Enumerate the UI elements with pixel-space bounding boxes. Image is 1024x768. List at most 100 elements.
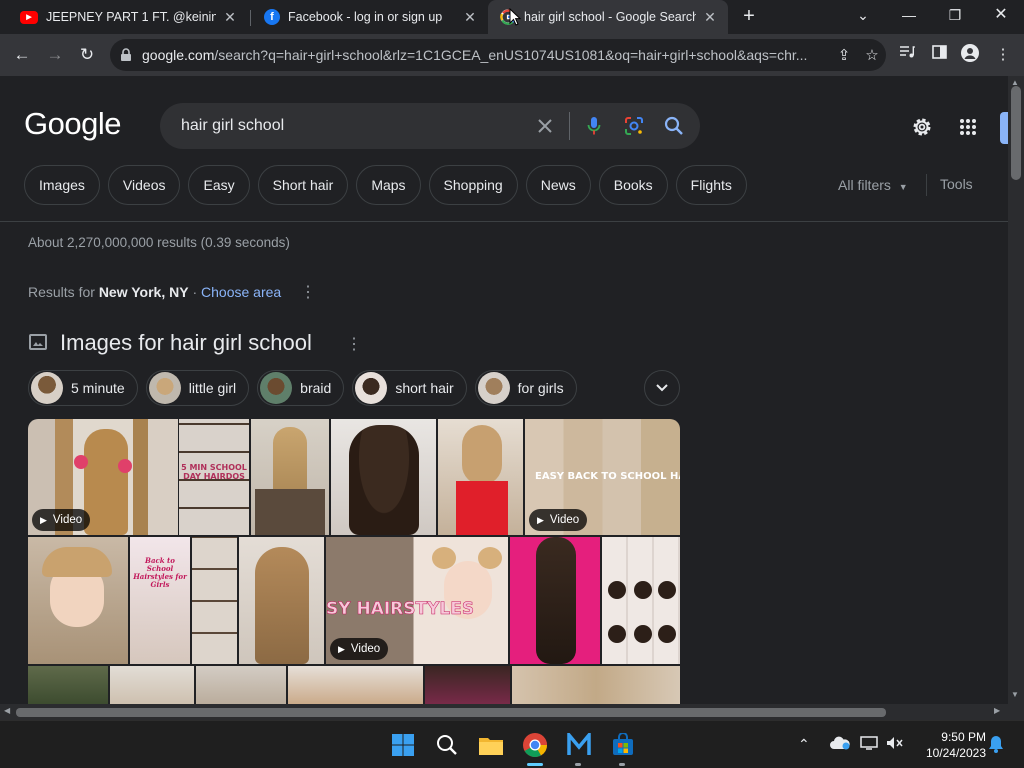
volume-muted-icon[interactable] [886,736,904,753]
images-section-title[interactable]: Images for hair girl school [60,330,312,356]
tab-facebook[interactable]: f Facebook - log in or sign up ✕ [252,0,488,34]
apps-grid-icon[interactable] [955,114,981,140]
filter-chips: Images Videos Easy Short hair Maps Shopp… [24,165,747,205]
tab-search-chevron-icon[interactable]: ⌄ [840,0,886,30]
chip-short-hair[interactable]: Short hair [257,165,349,205]
image-result[interactable] [602,537,680,664]
scroll-left-arrow-icon[interactable]: ◀ [4,706,10,715]
image-result[interactable] [512,666,680,704]
google-logo[interactable]: Google [24,106,121,142]
address-bar[interactable]: google.com/search?q=hair+girl+school&rlz… [110,39,886,71]
tab-youtube[interactable]: ▶ JEEPNEY PART 1 FT. @keinine | P ✕ [8,0,248,34]
tab-google-search[interactable]: hair girl school - Google Search ✕ [488,0,728,34]
chip-easy[interactable]: Easy [188,165,250,205]
play-icon: ▶ [338,643,345,654]
all-filters-button[interactable]: All filters ▼ [838,177,908,193]
clear-search-icon[interactable] [525,118,565,134]
image-result[interactable]: SY HAIRSTYLES ▶ Video [326,537,508,664]
close-tab-icon[interactable]: ✕ [702,9,718,26]
chip-books[interactable]: Books [598,165,668,205]
chip-label: for girls [517,380,564,396]
scroll-down-arrow-icon[interactable]: ▼ [1011,690,1019,699]
refine-chip-little-girl[interactable]: little girl [145,370,250,406]
header-divider [0,221,1008,222]
show-hidden-icons-chevron-icon[interactable]: ⌃ [798,736,810,753]
side-panel-icon[interactable] [928,44,950,66]
close-tab-icon[interactable]: ✕ [462,9,478,26]
forward-button[interactable]: → [44,44,66,66]
image-result[interactable] [196,666,286,704]
close-window-button[interactable]: ✕ [978,0,1024,30]
reload-button[interactable]: ↻ [76,44,98,66]
shirt-shape [456,481,508,535]
image-result[interactable] [288,666,423,704]
chip-images[interactable]: Images [24,165,100,205]
close-tab-icon[interactable]: ✕ [222,9,238,26]
voice-search-icon[interactable] [574,116,614,136]
search-results-page: Google hair girl school Images Videos Ea… [0,76,1008,704]
chip-thumbnail [260,372,293,404]
taskbar-search-icon[interactable] [432,730,462,760]
new-tab-button[interactable]: + [738,5,760,27]
profile-avatar-icon[interactable] [959,44,981,66]
image-result[interactable] [239,537,324,664]
choose-area-link[interactable]: Choose area [201,284,281,300]
location-name: New York, NY [98,284,189,300]
refine-chip-for-girls[interactable]: for girls [474,370,577,406]
lens-search-icon[interactable] [614,116,654,136]
scroll-right-arrow-icon[interactable]: ▶ [994,706,1000,715]
share-icon[interactable]: ⇪ [830,46,858,64]
facebook-icon: f [264,9,280,25]
image-result[interactable]: EASY BACK TO SCHOOL HAIR ▶ Video [525,419,680,535]
image-result[interactable]: 5 MIN SCHOOL DAY HAIRDOS [179,419,249,535]
chip-videos[interactable]: Videos [107,165,181,205]
bookmark-star-icon[interactable]: ☆ [858,46,886,64]
search-input[interactable]: hair girl school [181,117,525,135]
tools-button[interactable]: Tools [940,176,973,192]
hair-bun [432,547,456,569]
start-windows-icon[interactable] [388,730,418,760]
mouse-cursor-icon [509,8,521,26]
expand-chips-chevron-icon[interactable] [644,370,680,406]
media-control-icon[interactable] [896,44,918,66]
image-result[interactable]: Back to School Hairstyles for Girls [130,537,190,664]
chip-maps[interactable]: Maps [356,165,421,205]
chip-shopping[interactable]: Shopping [428,165,518,205]
display-icon[interactable] [860,736,878,753]
search-icon[interactable] [654,116,694,136]
microsoft-store-icon[interactable] [608,730,638,760]
images-section-more-icon[interactable]: ⋮ [346,334,362,354]
image-result[interactable] [28,537,128,664]
hair-bun [608,581,626,599]
refine-chip-short-hair[interactable]: short hair [352,370,467,406]
search-box[interactable]: hair girl school [160,103,700,149]
file-explorer-icon[interactable] [476,730,506,760]
horizontal-scroll-thumb[interactable] [16,708,886,717]
image-result[interactable] [425,666,510,704]
scroll-up-arrow-icon[interactable]: ▲ [1011,78,1019,87]
restore-button[interactable]: ❐ [932,0,978,30]
image-result[interactable] [331,419,436,535]
minimize-button[interactable]: — [886,0,932,30]
image-result[interactable] [510,537,600,664]
image-result[interactable] [438,419,523,535]
settings-gear-icon[interactable] [909,114,935,140]
notification-bell-icon[interactable] [988,735,1004,756]
back-button[interactable]: ← [11,44,33,66]
refine-chip-braid[interactable]: braid [257,370,345,406]
image-result[interactable] [110,666,194,704]
system-clock[interactable]: 9:50 PM 10/24/2023 [910,729,986,761]
chip-flights[interactable]: Flights [675,165,747,205]
refine-chip-5-minute[interactable]: 5 minute [28,370,138,406]
onedrive-cloud-icon[interactable] [830,736,850,753]
browser-menu-icon[interactable]: ⋮ [992,44,1014,66]
chrome-icon[interactable] [520,730,550,760]
location-more-icon[interactable]: ⋮ [300,282,316,302]
image-result[interactable] [28,666,108,704]
image-result[interactable]: ▶ Video [28,419,178,535]
app-m-icon[interactable] [564,730,594,760]
vertical-scroll-thumb[interactable] [1011,86,1021,180]
image-result[interactable] [251,419,329,535]
chip-news[interactable]: News [525,165,591,205]
image-result[interactable] [192,537,237,664]
